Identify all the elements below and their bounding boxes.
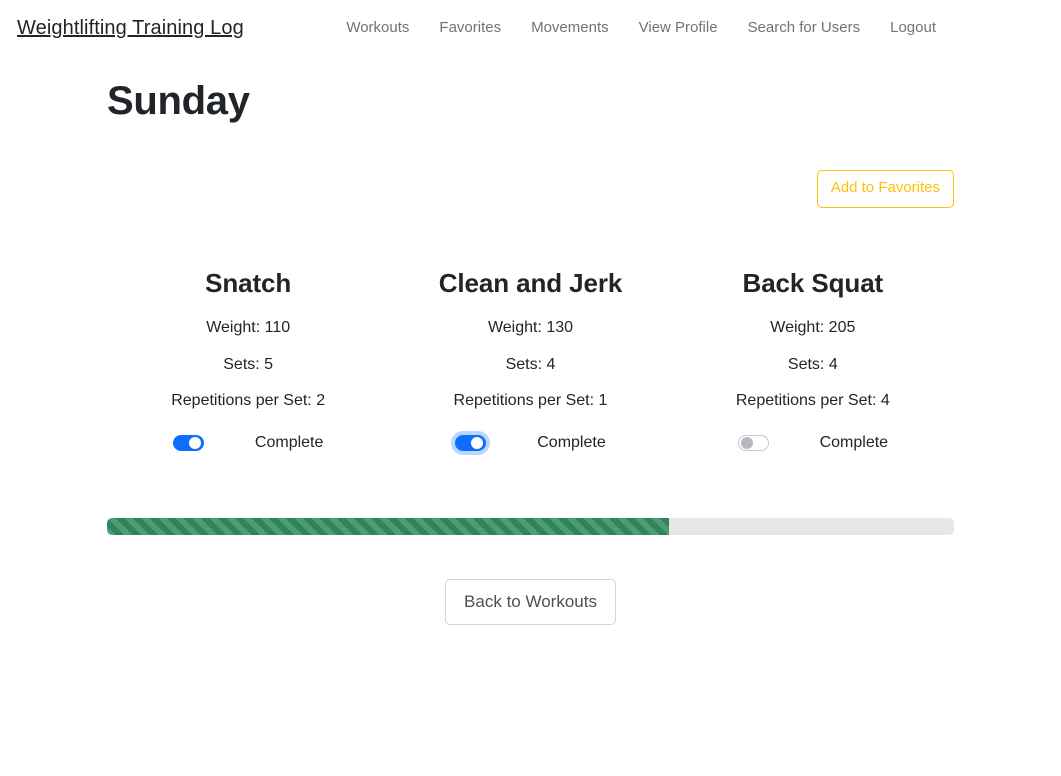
complete-row: Complete: [389, 433, 671, 454]
complete-row: Complete: [672, 433, 954, 454]
nav-link-movements[interactable]: Movements: [516, 11, 624, 45]
nav-link-logout[interactable]: Logout: [875, 11, 951, 45]
complete-row: Complete: [107, 433, 389, 454]
complete-label[interactable]: Complete: [537, 433, 605, 454]
exercise-card: Snatch Weight: 110 Sets: 5 Repetitions p…: [107, 267, 389, 454]
exercise-reps: Repetitions per Set: 2: [171, 392, 326, 410]
back-to-workouts-button[interactable]: Back to Workouts: [445, 578, 616, 626]
toggle-knob-icon: [188, 437, 201, 450]
nav-link-workouts[interactable]: Workouts: [331, 11, 424, 45]
navbar-brand[interactable]: Weightlifting Training Log: [17, 18, 244, 38]
exercise-sets: Sets: 4: [787, 355, 838, 373]
progress-bar-fill: [107, 517, 669, 535]
toggle-knob-icon: [740, 437, 753, 450]
complete-toggle[interactable]: [172, 435, 204, 452]
progress-track: [107, 517, 954, 535]
complete-toggle[interactable]: [455, 435, 487, 452]
complete-label[interactable]: Complete: [820, 433, 888, 454]
exercise-name: Clean and Jerk: [438, 267, 623, 298]
nav-link-view-profile[interactable]: View Profile: [624, 11, 733, 45]
exercise-weight: Weight: 130: [487, 319, 574, 336]
exercise-weight: Weight: 205: [770, 319, 856, 336]
back-action-row: Back to Workouts: [107, 578, 954, 626]
add-to-favorites-button[interactable]: Add to Favorites: [816, 170, 954, 208]
exercise-card: Clean and Jerk Weight: 130 Sets: 4 Repet…: [389, 267, 671, 454]
exercise-reps: Repetitions per Set: 1: [453, 392, 608, 410]
workout-progress-wrap: [107, 517, 954, 535]
exercise-name: Back Squat: [742, 267, 884, 298]
exercise-sets: Sets: 4: [505, 355, 556, 373]
exercise-list: Snatch Weight: 110 Sets: 5 Repetitions p…: [107, 267, 954, 454]
complete-toggle[interactable]: [737, 435, 769, 452]
exercise-reps: Repetitions per Set: 4: [735, 392, 890, 410]
exercise-name: Snatch: [205, 267, 292, 298]
page-title: Sunday: [107, 79, 250, 123]
navbar-links: Workouts Favorites Movements View Profil…: [331, 11, 1045, 45]
exercise-sets: Sets: 5: [223, 355, 274, 373]
top-navbar: Weightlifting Training Log Workouts Favo…: [0, 0, 1061, 55]
exercise-weight: Weight: 110: [206, 319, 291, 336]
exercise-card: Back Squat Weight: 205 Sets: 4 Repetitio…: [672, 267, 954, 454]
main-content: Sunday Add to Favorites Snatch Weight: 1…: [0, 55, 1061, 626]
nav-link-favorites[interactable]: Favorites: [424, 11, 516, 45]
complete-label[interactable]: Complete: [255, 433, 323, 454]
toggle-knob-icon: [471, 437, 484, 450]
favorites-action-row: Add to Favorites: [107, 170, 954, 208]
nav-link-search-for-users[interactable]: Search for Users: [733, 11, 876, 45]
